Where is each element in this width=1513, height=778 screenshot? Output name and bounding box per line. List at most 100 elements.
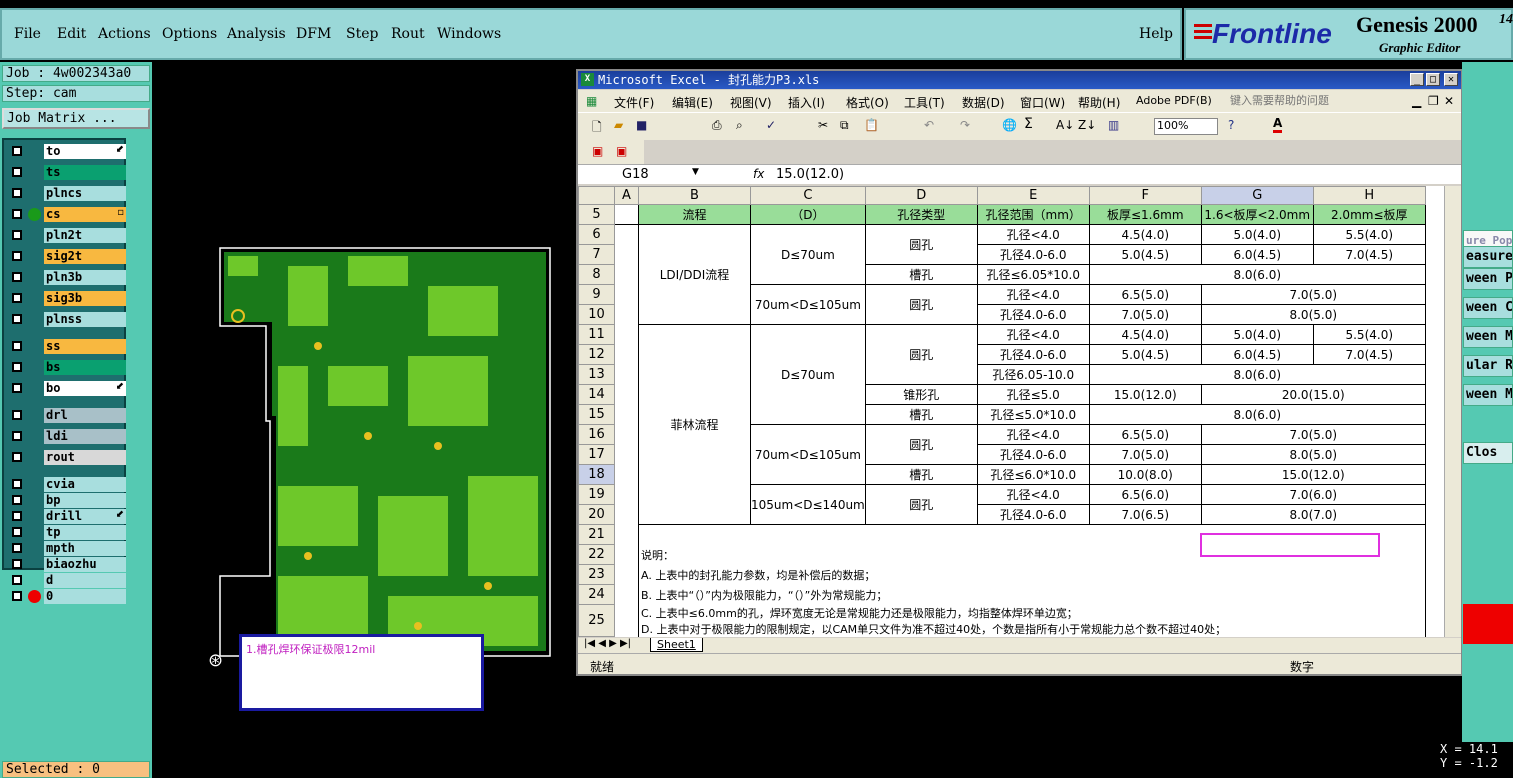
xmenu-format[interactable]: 格式(O) — [846, 94, 889, 111]
cell[interactable]: 圆孔 — [864, 484, 978, 525]
menu-rout[interactable]: Rout — [391, 26, 425, 42]
col-header[interactable]: E — [976, 186, 1090, 205]
layer-label[interactable]: rout — [44, 450, 126, 465]
layer-checkbox[interactable] — [12, 575, 22, 585]
row-header[interactable]: 10 — [578, 304, 615, 325]
cell[interactable]: 6.0(4.5) — [1200, 244, 1314, 265]
layer-row-cvia[interactable]: cvia — [9, 477, 126, 492]
hyperlink-icon[interactable]: 🌐 — [1002, 118, 1017, 132]
cell[interactable] — [614, 424, 639, 445]
layer-label[interactable]: drill — [44, 509, 126, 524]
layer-label[interactable]: plncs — [44, 186, 126, 201]
cell[interactable]: LDI/DDI流程 — [638, 224, 751, 325]
job-matrix-button[interactable]: Job Matrix ... — [2, 108, 150, 129]
row-header[interactable]: 24 — [578, 584, 615, 605]
col-header[interactable]: D — [864, 186, 978, 205]
layer-row-tp[interactable]: tp — [9, 525, 126, 540]
cell[interactable]: 2.0mm≤板厚 — [1312, 204, 1426, 225]
cell[interactable]: 70um<D≤105um — [750, 284, 866, 325]
row-header[interactable]: 17 — [578, 444, 615, 465]
cell[interactable]: 6.5(5.0) — [1088, 284, 1202, 305]
cell[interactable]: 4.5(4.0) — [1088, 324, 1202, 345]
cell[interactable]: （D） — [750, 204, 866, 225]
cell[interactable] — [614, 244, 639, 265]
layer-row-d[interactable]: d — [9, 573, 126, 588]
row-header[interactable]: 22 — [578, 544, 615, 565]
layer-checkbox[interactable] — [12, 188, 22, 198]
cell[interactable] — [614, 264, 639, 285]
row-header[interactable]: 19 — [578, 484, 615, 505]
cell[interactable]: 圆孔 — [864, 324, 978, 385]
cell[interactable]: D≤70um — [750, 224, 866, 285]
selected-cell-g18[interactable]: 15.0(12.0) — [1200, 464, 1426, 485]
fx-label[interactable]: fx — [753, 167, 764, 181]
xmenu-window[interactable]: 窗口(W) — [1020, 94, 1065, 111]
row-header[interactable]: 7 — [578, 244, 615, 265]
undo-icon[interactable]: ↶ — [924, 118, 934, 132]
layer-label[interactable]: plnss — [44, 312, 126, 327]
row-header[interactable]: 23 — [578, 564, 615, 585]
cell[interactable]: 孔径6.05-10.0 — [976, 364, 1090, 385]
cell[interactable]: 槽孔 — [864, 404, 978, 425]
layer-label[interactable]: cvia — [44, 477, 126, 492]
layer-label[interactable]: ldi — [44, 429, 126, 444]
menu-actions[interactable]: Actions — [98, 26, 151, 42]
layer-label[interactable]: biaozhu — [44, 557, 126, 572]
cell[interactable]: 孔径<4.0 — [976, 484, 1090, 505]
cell[interactable]: 7.0(6.5) — [1088, 504, 1202, 525]
layer-row-to[interactable]: to ⬋ — [9, 144, 126, 159]
cell[interactable]: 板厚≤1.6mm — [1088, 204, 1202, 225]
layer-checkbox[interactable] — [12, 341, 22, 351]
cell[interactable] — [614, 204, 639, 225]
layer-row-pln3b[interactable]: pln3b — [9, 270, 126, 285]
note-line[interactable]: C. 上表中≤6.0mm的孔，焊环宽度无论是常规能力还是极限能力，均指整体焊环单… — [638, 604, 1426, 637]
layer-row-ss[interactable]: ss — [9, 339, 126, 354]
layer-checkbox[interactable] — [12, 511, 22, 521]
col-header[interactable]: B — [638, 186, 751, 205]
row-header[interactable]: 20 — [578, 504, 615, 525]
layer-row-bp[interactable]: bp — [9, 493, 126, 508]
cell[interactable]: 锥形孔 — [864, 384, 978, 405]
cell[interactable]: 孔径≤5.0*10.0 — [976, 404, 1090, 425]
row-header[interactable]: 21 — [578, 524, 615, 545]
help-icon[interactable]: ? — [1228, 118, 1234, 132]
spreadsheet-grid[interactable]: A B C D E F G H 5 流程 （D） 孔径类型 孔径范围（mm） 板厚≤1.6… — [578, 186, 1461, 637]
cell[interactable]: 7.0(5.0) — [1088, 304, 1202, 325]
layer-row-bs[interactable]: bs — [9, 360, 126, 375]
cell[interactable]: 8.0(7.0) — [1200, 504, 1426, 525]
cell[interactable] — [614, 584, 639, 605]
cell[interactable]: 1.6<板厚<2.0mm — [1200, 204, 1314, 225]
layer-label[interactable]: bs — [44, 360, 126, 375]
corner-cell[interactable] — [578, 186, 615, 205]
xmenu-data[interactable]: 数据(D) — [962, 94, 1005, 111]
layer-label[interactable]: pln3b — [44, 270, 126, 285]
cell[interactable]: 5.0(4.0) — [1200, 224, 1314, 245]
between-m2-button[interactable]: ween M — [1463, 384, 1513, 406]
xmenu-edit[interactable]: 编辑(E) — [672, 94, 713, 111]
menu-windows[interactable]: Windows — [437, 26, 501, 42]
cell[interactable] — [614, 344, 639, 365]
name-box-dropdown-icon[interactable]: ▼ — [692, 167, 699, 177]
cell[interactable]: 7.0(4.5) — [1312, 344, 1426, 365]
layer-label[interactable]: ss — [44, 339, 126, 354]
paste-icon[interactable]: 📋 — [864, 118, 879, 132]
cell[interactable] — [614, 604, 639, 637]
cell[interactable]: 7.0(5.0) — [1200, 424, 1426, 445]
cell[interactable] — [614, 504, 639, 525]
layer-label[interactable]: tp — [44, 525, 126, 540]
xmenu-view[interactable]: 视图(V) — [730, 94, 772, 111]
layer-row-plnss[interactable]: plnss — [9, 312, 126, 327]
cell[interactable]: 7.0(4.5) — [1312, 244, 1426, 265]
cell[interactable]: 孔径<4.0 — [976, 224, 1090, 245]
layer-label[interactable]: pln2t — [44, 228, 126, 243]
doc-close-icon[interactable]: ✕ — [1444, 94, 1454, 108]
row-header[interactable]: 5 — [578, 204, 615, 225]
cell[interactable]: D≤70um — [750, 324, 866, 425]
cell[interactable]: 5.0(4.5) — [1088, 244, 1202, 265]
pdf-convert-icon[interactable]: ▣ — [592, 144, 603, 158]
row-header[interactable]: 9 — [578, 284, 615, 305]
maximize-icon[interactable]: □ — [1426, 73, 1440, 86]
row-header[interactable]: 13 — [578, 364, 615, 385]
save-icon[interactable]: ■ — [636, 118, 647, 132]
cell[interactable]: 孔径4.0-6.0 — [976, 244, 1090, 265]
